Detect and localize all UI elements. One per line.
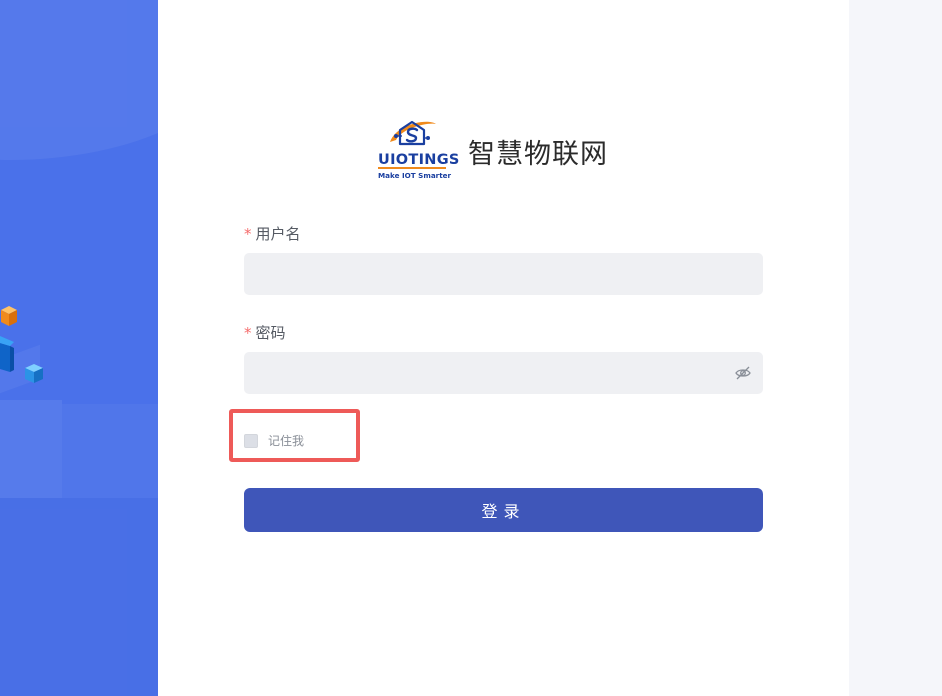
right-background-panel bbox=[849, 0, 942, 696]
username-label-text: 用户名 bbox=[255, 225, 301, 243]
password-label-text: 密码 bbox=[255, 324, 286, 342]
remember-me-label[interactable]: 记住我 bbox=[268, 432, 304, 449]
orange-cube-icon bbox=[1, 306, 17, 326]
brand-title: 智慧物联网 bbox=[468, 139, 608, 170]
password-input[interactable] bbox=[258, 364, 749, 382]
remember-me-checkbox[interactable] bbox=[244, 433, 258, 448]
required-mark: * bbox=[244, 225, 252, 243]
background-wave-shape bbox=[0, 0, 158, 160]
brand-logo: UIOTINGS Make IOT Smarter bbox=[376, 116, 470, 184]
remember-me-row[interactable]: 记住我 bbox=[244, 432, 304, 449]
username-label: * 用户名 bbox=[244, 223, 301, 244]
login-card: UIOTINGS Make IOT Smarter 智慧物联网 * 用户名 * 密码… bbox=[158, 0, 849, 696]
username-input[interactable] bbox=[258, 265, 749, 283]
password-label: * 密码 bbox=[244, 322, 286, 343]
required-mark: * bbox=[244, 324, 252, 342]
left-illustration-panel bbox=[0, 0, 158, 696]
svg-text:Make IOT Smarter: Make IOT Smarter bbox=[378, 171, 452, 180]
background-block-shape bbox=[0, 400, 62, 498]
small-blue-cube-icon bbox=[25, 364, 43, 383]
username-field[interactable] bbox=[244, 253, 763, 295]
background-block-shape bbox=[0, 498, 158, 696]
uiotings-logo-icon: UIOTINGS Make IOT Smarter bbox=[378, 120, 460, 180]
password-field[interactable] bbox=[244, 352, 763, 394]
eye-off-icon[interactable] bbox=[734, 364, 752, 382]
svg-text:UIOTINGS: UIOTINGS bbox=[378, 152, 460, 168]
blue-cube-icon bbox=[0, 336, 14, 372]
background-block-shape bbox=[62, 404, 158, 498]
login-button[interactable]: 登录 bbox=[244, 488, 763, 532]
